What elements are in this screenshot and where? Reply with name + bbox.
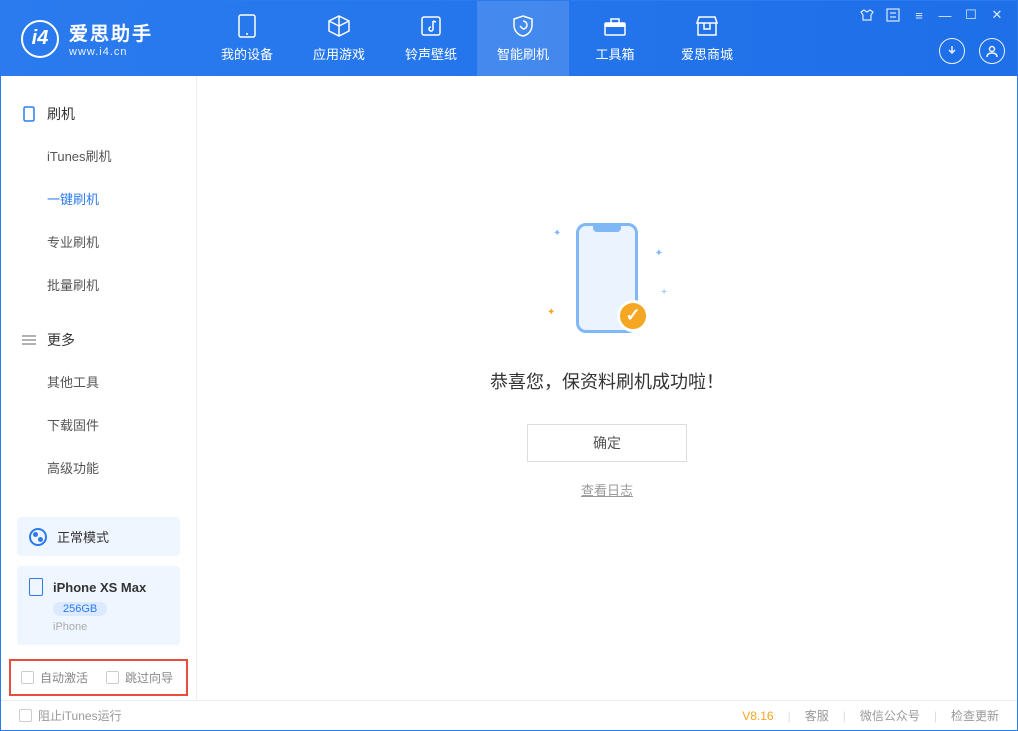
mode-icon	[29, 528, 47, 546]
device-name-row: iPhone XS Max	[29, 578, 168, 596]
option-skip-guide[interactable]: 跳过向导	[106, 669, 173, 686]
minimize-icon[interactable]: —	[937, 7, 953, 23]
separator: |	[788, 709, 791, 723]
option-label: 跳过向导	[125, 669, 173, 686]
tab-label: 爱思商城	[681, 44, 733, 63]
phone-icon	[21, 106, 37, 122]
block-itunes-label: 阻止iTunes运行	[38, 707, 122, 724]
sidebar-item-other-tools[interactable]: 其他工具	[1, 360, 196, 403]
checkbox-icon	[21, 671, 34, 684]
view-log-link[interactable]: 查看日志	[581, 480, 633, 499]
sidebar-group-more: 更多	[1, 320, 196, 360]
tab-ringtones[interactable]: 铃声壁纸	[385, 1, 477, 76]
tab-flash[interactable]: 智能刷机	[477, 1, 569, 76]
window-controls: ≡ — ☐ ✕	[859, 7, 1005, 23]
logo-icon: i4	[21, 20, 59, 58]
success-message: 恭喜您，保资料刷机成功啦！	[490, 368, 724, 394]
success-illustration: ✦ ✦ ✦ + ✓	[547, 218, 667, 338]
shirt-icon[interactable]	[859, 7, 875, 23]
sidebar-item-advanced[interactable]: 高级功能	[1, 446, 196, 489]
version-label: V8.16	[742, 709, 773, 723]
shield-icon	[511, 14, 535, 38]
header-actions	[939, 38, 1005, 64]
list-icon[interactable]	[885, 7, 901, 23]
sidebar-item-batch-flash[interactable]: 批量刷机	[1, 263, 196, 306]
sidebar-item-pro-flash[interactable]: 专业刷机	[1, 220, 196, 263]
tab-apps[interactable]: 应用游戏	[293, 1, 385, 76]
sidebar-group-title: 刷机	[47, 104, 75, 124]
device-icon	[235, 14, 259, 38]
tab-store[interactable]: 爱思商城	[661, 1, 753, 76]
sidebar-item-itunes-flash[interactable]: iTunes刷机	[1, 134, 196, 177]
device-info[interactable]: iPhone XS Max 256GB iPhone	[17, 566, 180, 645]
tab-label: 应用游戏	[313, 44, 365, 63]
sidebar-item-oneclick-flash[interactable]: 一键刷机	[1, 177, 196, 220]
confirm-button[interactable]: 确定	[527, 424, 687, 462]
phone-icon	[29, 578, 43, 596]
link-wechat[interactable]: 微信公众号	[860, 707, 920, 724]
body: 刷机 iTunes刷机 一键刷机 专业刷机 批量刷机 更多 其他工具 下载固件 …	[1, 76, 1017, 700]
user-button[interactable]	[979, 38, 1005, 64]
menu-icon	[21, 332, 37, 348]
sidebar-item-download-firmware[interactable]: 下载固件	[1, 403, 196, 446]
sidebar: 刷机 iTunes刷机 一键刷机 专业刷机 批量刷机 更多 其他工具 下载固件 …	[1, 76, 197, 700]
statusbar-right: V8.16 | 客服 | 微信公众号 | 检查更新	[742, 707, 999, 724]
sidebar-group-title: 更多	[47, 330, 75, 350]
device-capacity: 256GB	[53, 602, 107, 616]
header-right: ≡ — ☐ ✕	[859, 1, 1005, 76]
option-auto-activate[interactable]: 自动激活	[21, 669, 88, 686]
app-name: 爱思助手	[69, 19, 153, 46]
tab-label: 我的设备	[221, 44, 273, 63]
close-icon[interactable]: ✕	[989, 7, 1005, 23]
device-mode[interactable]: 正常模式	[17, 517, 180, 556]
music-icon	[419, 14, 443, 38]
menu-icon[interactable]: ≡	[911, 7, 927, 23]
sidebar-group-flash: 刷机	[1, 94, 196, 134]
download-button[interactable]	[939, 38, 965, 64]
nav-tabs: 我的设备 应用游戏 铃声壁纸 智能刷机 工具箱 爱思商城	[201, 1, 753, 76]
statusbar: 阻止iTunes运行 V8.16 | 客服 | 微信公众号 | 检查更新	[1, 700, 1017, 730]
options-row: 自动激活 跳过向导	[9, 659, 188, 696]
sparkle-icon: ✦	[547, 307, 555, 318]
main-content: ✦ ✦ ✦ + ✓ 恭喜您，保资料刷机成功啦！ 确定 查看日志	[197, 76, 1017, 700]
checkbox-icon	[19, 709, 32, 722]
logo-area: i4 爱思助手 www.i4.cn	[1, 19, 201, 58]
separator: |	[843, 709, 846, 723]
device-brand: iPhone	[53, 621, 168, 633]
logo-text: 爱思助手 www.i4.cn	[69, 19, 153, 58]
check-badge-icon: ✓	[617, 300, 649, 332]
tab-device[interactable]: 我的设备	[201, 1, 293, 76]
sparkle-icon: ✦	[553, 228, 561, 239]
tab-toolbox[interactable]: 工具箱	[569, 1, 661, 76]
tab-label: 铃声壁纸	[405, 44, 457, 63]
maximize-icon[interactable]: ☐	[963, 7, 979, 23]
sparkle-icon: +	[661, 287, 667, 298]
separator: |	[934, 709, 937, 723]
header: i4 爱思助手 www.i4.cn 我的设备 应用游戏 铃声壁纸 智能刷机 工具…	[1, 1, 1017, 76]
checkbox-icon	[106, 671, 119, 684]
cube-icon	[327, 14, 351, 38]
toolbox-icon	[603, 14, 627, 38]
sparkle-icon: ✦	[655, 248, 663, 259]
app-url: www.i4.cn	[69, 46, 153, 58]
device-name: iPhone XS Max	[53, 580, 146, 595]
mode-label: 正常模式	[57, 527, 109, 546]
store-icon	[695, 14, 719, 38]
option-label: 自动激活	[40, 669, 88, 686]
tab-label: 智能刷机	[497, 44, 549, 63]
link-support[interactable]: 客服	[805, 707, 829, 724]
tab-label: 工具箱	[595, 44, 634, 63]
link-update[interactable]: 检查更新	[951, 707, 999, 724]
block-itunes-option[interactable]: 阻止iTunes运行	[19, 707, 122, 724]
